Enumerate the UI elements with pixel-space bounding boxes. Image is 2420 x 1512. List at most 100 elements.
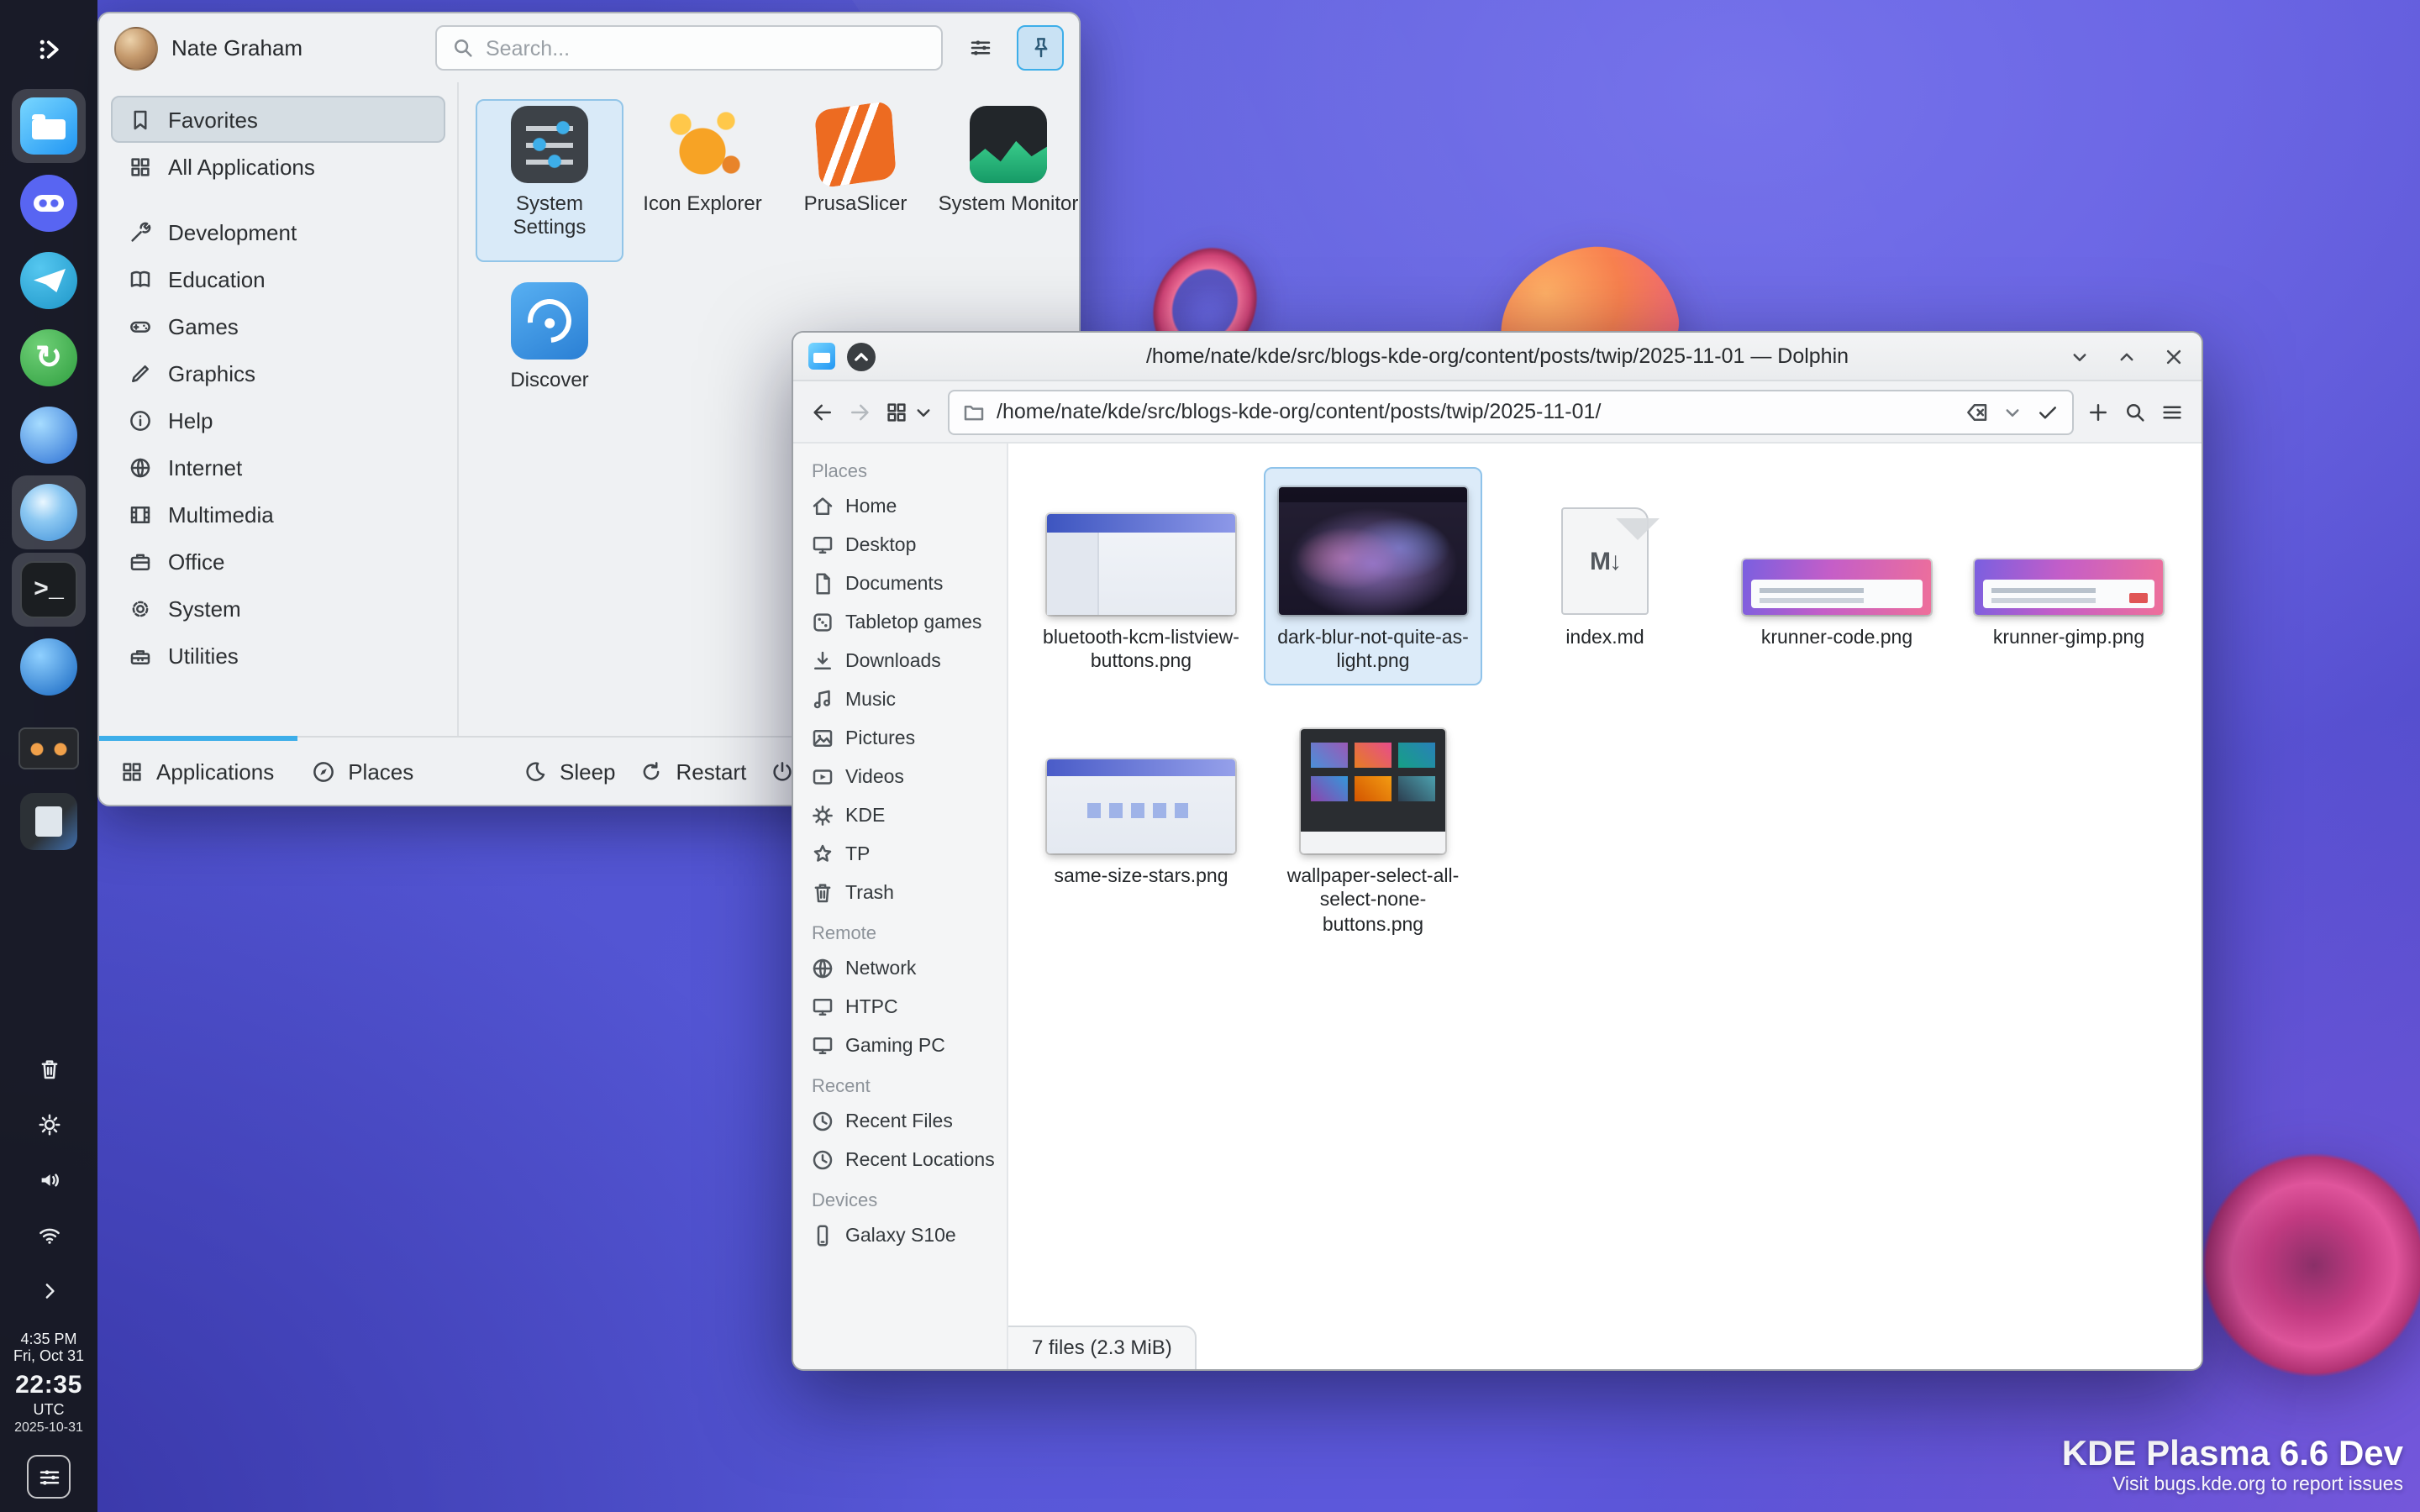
brightness-tray-button[interactable] (24, 1100, 74, 1150)
maximize-button[interactable] (2114, 344, 2139, 369)
location-bar[interactable]: /home/nate/kde/src/blogs-kde-org/content… (948, 389, 2074, 434)
places-item-gaming-pc[interactable]: Gaming PC (793, 1026, 1007, 1065)
sidebar-item-label: All Applications (168, 154, 315, 179)
sidebar-item-utilities[interactable]: Utilities (111, 632, 445, 679)
clear-text-icon[interactable] (1965, 399, 1990, 424)
moon-icon (523, 759, 548, 784)
sleep-button[interactable]: Sleep (523, 759, 616, 784)
system-settings-icon (511, 106, 588, 183)
pen-icon (128, 360, 153, 386)
app-tile-discover[interactable]: Discover (476, 276, 623, 438)
trash-tray-button[interactable] (24, 1044, 74, 1095)
places-item-recent-locations[interactable]: Recent Locations (793, 1141, 1007, 1179)
sidebar-item-system[interactable]: System (111, 585, 445, 632)
sidebar-item-favorites[interactable]: Favorites (111, 96, 445, 143)
taskbar-editor-button[interactable] (12, 785, 86, 858)
file-item-krunner-code[interactable]: krunner-code.png (1728, 467, 1946, 661)
file-item-krunner-gimp[interactable]: krunner-gimp.png (1960, 467, 2178, 661)
file-item-index-md[interactable]: index.md (1496, 467, 1714, 661)
trash-icon (810, 880, 835, 906)
search-bar[interactable] (435, 25, 943, 71)
file-name: same-size-stars.png (1054, 865, 1228, 890)
taskbar-sync-button[interactable]: ↻ (12, 321, 86, 395)
places-item-videos[interactable]: Videos (793, 758, 1007, 796)
app-tile-icon-explorer[interactable]: Icon Explorer (629, 99, 776, 262)
app-tile-prusaslicer[interactable]: PrusaSlicer (781, 99, 929, 262)
bookmark-icon (128, 107, 153, 132)
sidebar-item-help[interactable]: Help (111, 396, 445, 444)
taskbar-discord-button[interactable] (12, 166, 86, 240)
file-item-same-size-stars[interactable]: same-size-stars.png (1032, 706, 1250, 900)
user-avatar[interactable] (114, 26, 158, 70)
tab-places[interactable]: Places (311, 759, 413, 784)
places-item-kde[interactable]: KDE (793, 796, 1007, 835)
configure-button[interactable] (956, 25, 1003, 71)
panel-edit-button[interactable] (27, 1455, 71, 1499)
minimize-button[interactable] (2067, 344, 2092, 369)
places-item-downloads[interactable]: Downloads (793, 642, 1007, 680)
file-item-bluetooth-kcm[interactable]: bluetooth-kcm-listview-buttons.png (1032, 467, 1250, 685)
location-path[interactable]: /home/nate/kde/src/blogs-kde-org/content… (997, 400, 1954, 423)
taskbar-telegram-button[interactable] (12, 244, 86, 318)
taskbar-browser-button[interactable] (12, 475, 86, 549)
file-name: krunner-gimp.png (1993, 627, 2144, 651)
sidebar-item-office[interactable]: Office (111, 538, 445, 585)
kde-launcher-icon (36, 36, 61, 61)
back-button[interactable] (810, 399, 835, 424)
confirm-location-icon[interactable] (2035, 399, 2060, 424)
places-section-header: Places (793, 450, 1007, 487)
titlebar[interactable]: /home/nate/kde/src/blogs-kde-org/content… (793, 333, 2202, 381)
sidebar-item-multimedia[interactable]: Multimedia (111, 491, 445, 538)
split-view-button[interactable] (2086, 399, 2111, 424)
application-launcher-button[interactable] (12, 12, 86, 86)
taskbar-dolphin-button[interactable] (12, 89, 86, 163)
sidebar-item-all-applications[interactable]: All Applications (111, 143, 445, 190)
places-item-htpc[interactable]: HTPC (793, 988, 1007, 1026)
places-item-music[interactable]: Music (793, 680, 1007, 719)
close-button[interactable] (2161, 344, 2186, 369)
tab-applications[interactable]: Applications (119, 759, 274, 784)
volume-tray-button[interactable] (24, 1155, 74, 1205)
taskbar-konsole-button[interactable]: >_ (12, 553, 86, 627)
places-item-trash[interactable]: Trash (793, 874, 1007, 912)
search-button[interactable] (2123, 399, 2148, 424)
folder-view[interactable]: bluetooth-kcm-listview-buttons.png dark-… (1008, 444, 2202, 1369)
places-item-galaxy-s10e[interactable]: Galaxy S10e (793, 1216, 1007, 1255)
pin-button[interactable] (1017, 25, 1064, 71)
chevron-down-icon[interactable] (2000, 399, 2025, 424)
sidebar-item-education[interactable]: Education (111, 255, 445, 302)
restart-button[interactable]: Restart (639, 759, 747, 784)
view-mode-button[interactable] (884, 399, 936, 424)
app-tile-system-monitor[interactable]: System Monitor (934, 99, 1081, 262)
sidebar-item-development[interactable]: Development (111, 208, 445, 255)
places-item-documents[interactable]: Documents (793, 564, 1007, 603)
sidebar-item-internet[interactable]: Internet (111, 444, 445, 491)
menu-button[interactable] (2160, 399, 2185, 424)
sidebar-item-label: Office (168, 549, 224, 574)
file-item-wallpaper-buttons[interactable]: wallpaper-select-all-select-none-buttons… (1264, 706, 1482, 948)
places-item-recent-files[interactable]: Recent Files (793, 1102, 1007, 1141)
search-input[interactable] (486, 36, 928, 60)
panel-clock[interactable]: 4:35 PM Fri, Oct 31 22:35 UTC 2025-10-31 (5, 1330, 92, 1435)
taskbar-messenger-button[interactable] (12, 398, 86, 472)
taskbar-web-browser-button[interactable] (12, 630, 86, 704)
cassette-icon (18, 727, 79, 769)
forward-button[interactable] (847, 399, 872, 424)
sidebar-item-graphics[interactable]: Graphics (111, 349, 445, 396)
sidebar-item-games[interactable]: Games (111, 302, 445, 349)
maximize-icon (2114, 344, 2139, 369)
places-item-label: Recent Locations (845, 1150, 995, 1170)
status-text: 7 files (2.3 MiB) (1032, 1336, 1172, 1359)
places-item-tabletop-games[interactable]: Tabletop games (793, 603, 1007, 642)
file-item-dark-blur[interactable]: dark-blur-not-quite-as-light.png (1264, 467, 1482, 685)
places-item-pictures[interactable]: Pictures (793, 719, 1007, 758)
places-item-network[interactable]: Network (793, 949, 1007, 988)
places-item-desktop[interactable]: Desktop (793, 526, 1007, 564)
app-tile-system-settings[interactable]: System Settings (476, 99, 623, 262)
tray-expand-button[interactable] (24, 1266, 74, 1316)
places-item-tp[interactable]: TP (793, 835, 1007, 874)
taskbar-cassette-button[interactable] (12, 707, 86, 781)
places-item-home[interactable]: Home (793, 487, 1007, 526)
light-blue-orb-icon (20, 484, 77, 541)
network-tray-button[interactable] (24, 1210, 74, 1261)
